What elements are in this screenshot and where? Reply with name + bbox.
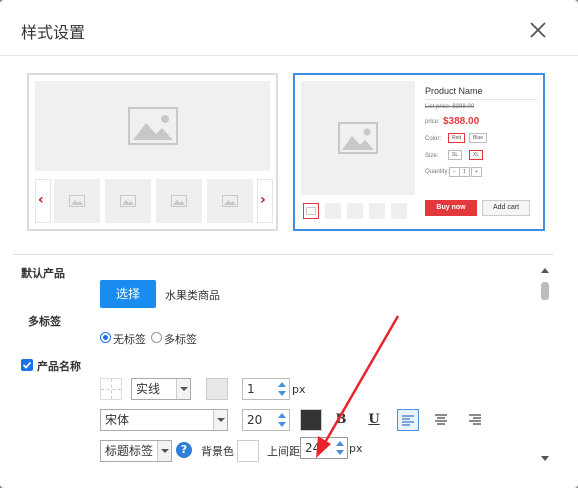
thumbnail[interactable]: [391, 203, 407, 219]
text-color-picker[interactable]: [300, 409, 322, 431]
thumbnail-active[interactable]: [303, 203, 319, 219]
thumbnail[interactable]: [54, 179, 100, 223]
color-option-red[interactable]: Red: [448, 133, 466, 143]
list-price: List price: $388.00: [425, 104, 475, 110]
chevron-down-icon: [157, 441, 171, 461]
quantity-plus[interactable]: +: [471, 167, 482, 177]
color-label: Color:: [425, 136, 442, 142]
check-icon: [22, 361, 32, 369]
thumbnail[interactable]: [105, 179, 151, 223]
default-product-label: 默认产品: [21, 267, 65, 280]
image-icon: [171, 195, 187, 207]
font-family-select[interactable]: 宋体: [100, 409, 228, 431]
margin-top-stepper[interactable]: 24: [300, 437, 348, 459]
radio-multi-tab[interactable]: [151, 332, 162, 343]
align-center-button[interactable]: [430, 409, 452, 431]
bg-color-picker[interactable]: [237, 440, 259, 462]
size-option-xl[interactable]: XL: [469, 150, 484, 160]
bg-color-label: 背景色: [201, 445, 234, 458]
border-position-swatch[interactable]: [100, 378, 122, 400]
thumbnail[interactable]: [156, 179, 202, 223]
font-family-value: 宋体: [105, 413, 130, 427]
thumb-prev-arrow[interactable]: ‹: [35, 179, 51, 223]
choose-product-button[interactable]: 选择: [100, 280, 156, 308]
close-icon[interactable]: [528, 20, 548, 40]
stepper-arrows-icon[interactable]: [333, 438, 347, 458]
align-right-icon: [469, 414, 481, 425]
size-option-sl[interactable]: SL: [448, 150, 463, 160]
layout-preview-option-1[interactable]: ‹ ›: [27, 73, 278, 231]
font-size-stepper[interactable]: 20: [242, 409, 290, 431]
main-image-placeholder: [35, 81, 270, 171]
divider: [425, 99, 537, 100]
scroll-thumb[interactable]: [541, 282, 549, 300]
thumbnail[interactable]: [369, 203, 385, 219]
product-name-label: 产品名称: [37, 360, 81, 373]
stepper-arrows-icon[interactable]: [275, 379, 289, 399]
price-value: $388.00: [443, 116, 480, 127]
font-size-value: 20: [247, 413, 263, 427]
dialog-title: 样式设置: [21, 23, 86, 42]
stepper-arrows-icon[interactable]: [275, 410, 289, 430]
thumb-next-arrow[interactable]: ›: [257, 179, 273, 223]
chosen-product-text: 水果类商品: [165, 289, 220, 302]
margin-top-value: 24: [305, 441, 321, 455]
tag-type-select[interactable]: 标题标签: [100, 440, 172, 462]
align-left-icon: [402, 415, 414, 426]
margin-top-unit: px: [349, 442, 363, 455]
underline-button[interactable]: U: [363, 409, 385, 431]
align-right-button[interactable]: [464, 409, 486, 431]
align-center-icon: [435, 414, 447, 425]
thumbnail[interactable]: [325, 203, 341, 219]
scroll-down-icon[interactable]: [541, 456, 549, 461]
quantity-value[interactable]: 1: [459, 167, 470, 177]
border-width-stepper[interactable]: 1: [242, 378, 290, 400]
border-style-value: 实线: [136, 382, 161, 396]
add-cart-button[interactable]: Add cart: [482, 200, 530, 216]
thumbnail[interactable]: [347, 203, 363, 219]
radio-multi-tab-label[interactable]: 多标签: [164, 331, 197, 347]
tag-type-value: 标题标签: [105, 444, 154, 458]
image-icon: [306, 207, 316, 215]
dialog-header: 样式设置: [0, 0, 578, 56]
chevron-down-icon: [176, 379, 190, 399]
size-label: Size:: [425, 153, 439, 159]
image-icon: [338, 122, 378, 154]
help-icon[interactable]: ?: [176, 442, 192, 458]
style-settings-dialog: 样式设置 ‹ › Product Name List price: $388.0…: [0, 0, 578, 488]
product-name: Product Name: [425, 86, 483, 96]
image-icon: [222, 195, 238, 207]
border-width-unit: px: [292, 383, 306, 396]
image-icon: [120, 195, 136, 207]
main-image-placeholder: [301, 81, 415, 195]
margin-top-label: 上间距: [267, 445, 300, 458]
image-icon: [127, 107, 178, 145]
multi-tab-label: 多标签: [28, 315, 61, 328]
radio-no-tab-label[interactable]: 无标签: [113, 331, 146, 347]
layout-preview-option-2[interactable]: Product Name List price: $388.00 price: …: [293, 73, 545, 231]
color-option-blue[interactable]: Blue: [469, 133, 488, 143]
section-divider: [13, 254, 553, 255]
scroll-up-icon[interactable]: [541, 268, 549, 273]
image-icon: [69, 195, 85, 207]
product-name-checkbox[interactable]: [21, 359, 33, 371]
bold-button[interactable]: B: [330, 409, 352, 431]
chevron-down-icon: [213, 410, 227, 430]
border-color-picker[interactable]: [206, 378, 228, 400]
align-left-button[interactable]: [397, 409, 419, 431]
quantity-label: Quantity:: [425, 169, 450, 175]
border-style-select[interactable]: 实线: [131, 378, 191, 400]
price-label: price:: [425, 119, 440, 125]
radio-no-tab[interactable]: [100, 332, 111, 343]
form-scrollbar[interactable]: [538, 264, 552, 468]
border-width-value: 1: [247, 382, 255, 396]
thumbnail[interactable]: [207, 179, 253, 223]
buy-now-button[interactable]: Buy now: [425, 200, 477, 216]
